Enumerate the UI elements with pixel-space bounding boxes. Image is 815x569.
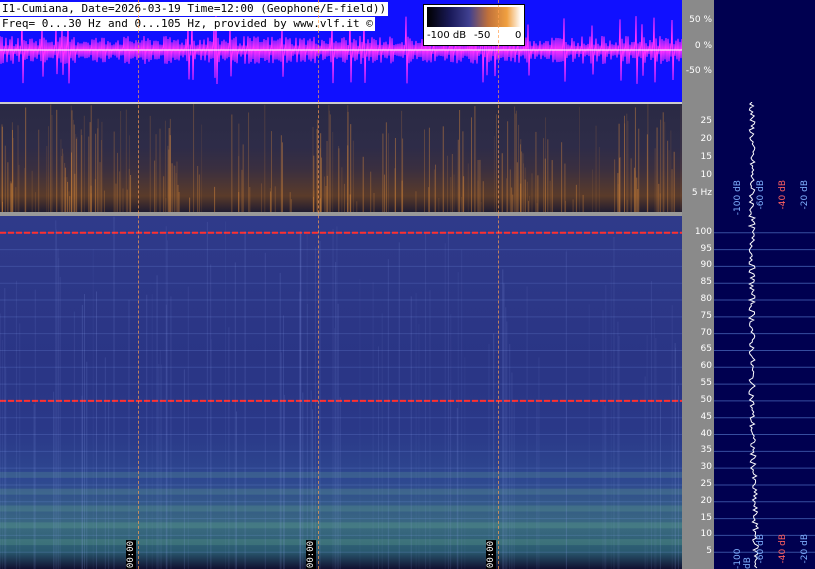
harmonic-band (0, 522, 682, 529)
time-gridline (138, 0, 139, 569)
side-panel-top (714, 0, 815, 102)
frequency-axis: 50 % 0 % -50 % 25 20 15 10 5 Hz 100 95 90 85 80 75… (682, 0, 714, 569)
spectrum-trace (747, 102, 760, 569)
side-label: -40 dB (778, 534, 788, 564)
high-freq-tick: 60 (700, 361, 712, 372)
spectrogram-low-texture (1, 104, 682, 212)
time-marker: 00:00 (486, 540, 496, 569)
spectrogram-low (0, 104, 682, 212)
high-freq-tick: 20 (700, 495, 712, 506)
time-marker: 00:00 (126, 540, 136, 569)
high-freq-tick: 40 (700, 428, 712, 439)
high-freq-tick: 15 (700, 512, 712, 523)
high-freq-tick: 55 (700, 378, 712, 389)
legend-mid-label: -50 (474, 30, 491, 41)
harmonic-band (0, 505, 682, 512)
legend-min-label: -100 dB (427, 30, 467, 41)
wave-tick: 50 % (689, 15, 712, 25)
time-gridline (498, 0, 499, 569)
high-freq-tick: 95 (700, 243, 712, 254)
high-freq-tick: 90 (700, 260, 712, 271)
legend-max-label: 0 (515, 30, 522, 41)
harmonic-band (0, 471, 682, 478)
spectrum-side-panel: -100 dB -60 dB -40 dB -20 dB -100 dB -60… (714, 102, 815, 569)
side-label: -100 dB (733, 180, 743, 216)
side-label: -60 dB (756, 180, 766, 210)
high-freq-tick: 50 (700, 394, 712, 405)
title-line-1: I1-Cumiana, Date=2026-03-19 Time=12:00 (… (0, 2, 389, 16)
time-marker: 00:00 (306, 540, 316, 569)
high-freq-tick: 70 (700, 327, 712, 338)
high-freq-tick: 25 (700, 478, 712, 489)
waveform-panel: I1-Cumiana, Date=2026-03-19 Time=12:00 (… (0, 0, 682, 102)
high-freq-tick: 75 (700, 310, 712, 321)
time-gridline (318, 0, 319, 569)
high-freq-tick: 30 (700, 462, 712, 473)
low-freq-tick: 20 (700, 134, 712, 144)
spectrogram-high-texture (0, 216, 682, 569)
wave-tick: -50 % (685, 66, 712, 76)
harmonic-band (0, 539, 682, 546)
color-legend: -100 dB -50 0 (423, 4, 525, 46)
low-freq-tick: 25 (700, 116, 712, 126)
high-freq-tick: 5 (706, 546, 712, 557)
high-freq-tick: 80 (700, 294, 712, 305)
high-freq-tick: 35 (700, 445, 712, 456)
side-label: -60 dB (756, 534, 766, 564)
high-freq-tick: 10 (700, 529, 712, 540)
high-freq-tick: 45 (700, 411, 712, 422)
color-legend-gradient (427, 7, 521, 27)
side-label: -100 dB (733, 548, 753, 569)
spectrogram-high (0, 216, 682, 569)
low-freq-tick: 15 (700, 152, 712, 162)
side-label: -20 dB (800, 180, 810, 210)
wave-tick: 0 % (694, 41, 712, 51)
harmonic-band (0, 488, 682, 495)
low-freq-tick: 5 Hz (691, 188, 712, 198)
spectrum-profile (714, 102, 815, 569)
low-freq-tick: 10 (700, 170, 712, 180)
high-freq-tick: 100 (694, 226, 712, 237)
side-label: -20 dB (800, 534, 810, 564)
high-freq-tick: 65 (700, 344, 712, 355)
side-label: -40 dB (778, 180, 788, 210)
high-freq-tick: 85 (700, 277, 712, 288)
